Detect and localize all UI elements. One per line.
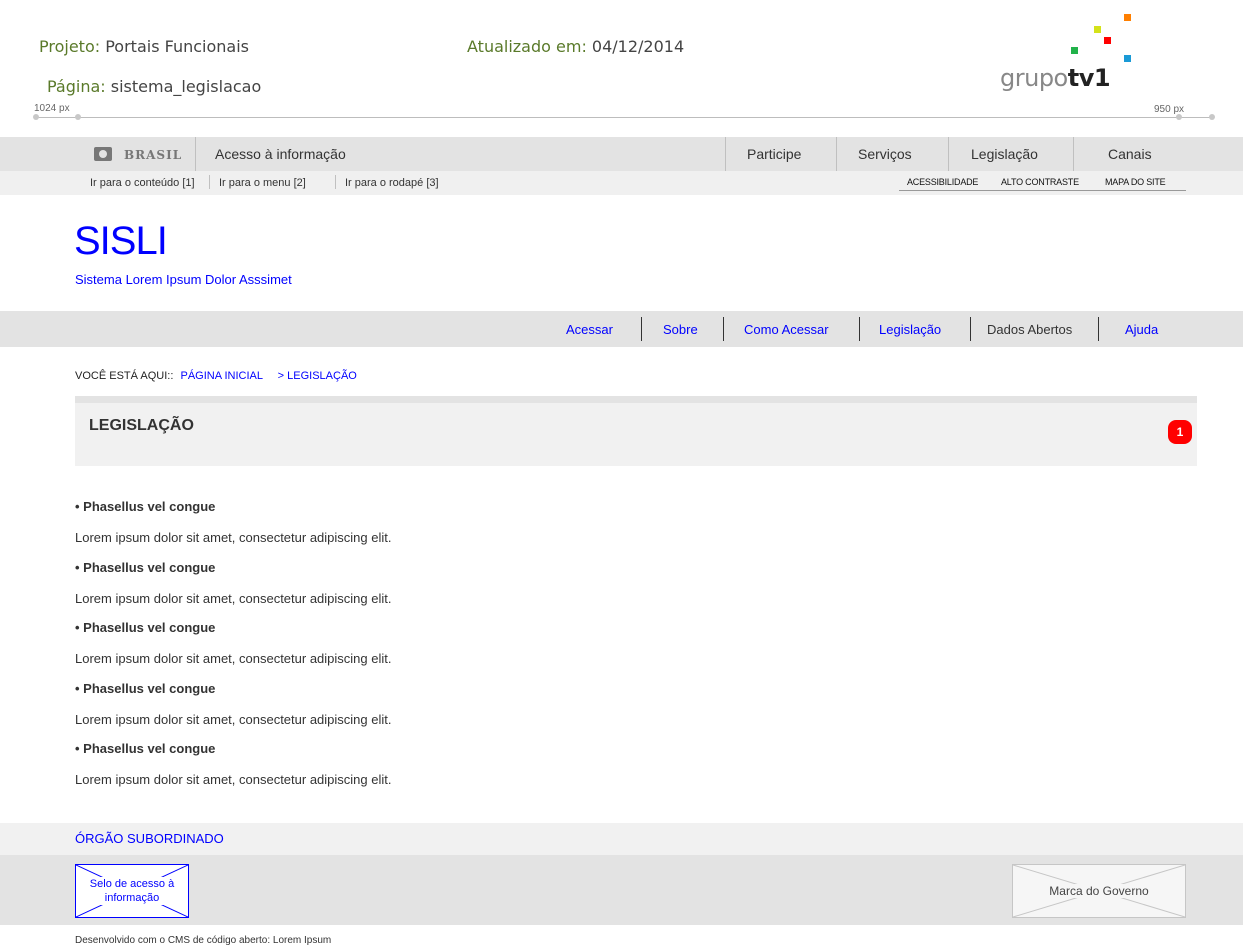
divider [335, 175, 336, 189]
list-item-title[interactable]: • Phasellus vel congue [75, 681, 215, 696]
menu-item-como-acessar[interactable]: Como Acessar [744, 322, 829, 337]
project-value: Portais Funcionais [105, 37, 249, 56]
logo-square-red [1104, 37, 1111, 44]
ruler-label-left: 1024 px [34, 103, 70, 114]
selo-text: Selo de acesso à informação [82, 877, 182, 905]
brasil-flag-icon [94, 147, 112, 161]
updated-label: Atualizado em: [467, 37, 587, 56]
link-alto-contraste[interactable]: ALTO CONTRASTE [1001, 177, 1079, 187]
menu-divider [1098, 317, 1099, 341]
footer: Selo de acesso à informação Marca do Gov… [0, 855, 1243, 925]
list-item-text: Lorem ipsum dolor sit amet, consectetur … [75, 591, 392, 606]
skip-link-footer[interactable]: Ir para o rodapé [3] [345, 177, 439, 189]
menu-divider [859, 317, 860, 341]
divider [948, 137, 949, 171]
menu-item-acessar[interactable]: Acessar [566, 322, 613, 337]
logo-text-bold: tv1 [1067, 64, 1111, 92]
gov-bar: BRASIL Acesso à informação Participe Ser… [0, 137, 1243, 171]
divider [725, 137, 726, 171]
footer-org-bar: ÓRGÃO SUBORDINADO [0, 823, 1243, 855]
page-title: LEGISLAÇÃO [89, 417, 194, 434]
menu-divider [641, 317, 642, 341]
ruler-marker [75, 114, 81, 120]
page-info: Página: sistema_legislacao [47, 77, 261, 96]
ruler-marker [33, 114, 39, 120]
divider [1073, 137, 1074, 171]
selo-label: Selo de acesso à informação [76, 865, 188, 917]
logo-square-blue [1124, 55, 1131, 62]
menu-divider [970, 317, 971, 341]
list-item-text: Lorem ipsum dolor sit amet, consectetur … [75, 772, 392, 787]
menu-item-dados-abertos[interactable]: Dados Abertos [987, 322, 1072, 337]
title-top-border [75, 396, 1197, 403]
marca-text: Marca do Governo [1046, 884, 1152, 898]
list-item-title[interactable]: • Phasellus vel congue [75, 620, 215, 635]
brasil-label[interactable]: BRASIL [124, 148, 182, 162]
page-value: sistema_legislacao [110, 77, 262, 96]
divider [209, 175, 210, 189]
ruler-marker [1209, 114, 1215, 120]
utility-underline [899, 190, 1186, 191]
list-item-text: Lorem ipsum dolor sit amet, consectetur … [75, 651, 392, 666]
updated-info: Atualizado em: 04/12/2014 [467, 37, 684, 56]
skip-link-content[interactable]: Ir para o conteúdo [1] [90, 177, 195, 189]
skip-link-menu[interactable]: Ir para o menu [2] [219, 177, 306, 189]
gov-link-servicos[interactable]: Serviços [858, 146, 912, 162]
accessibility-bar: Ir para o conteúdo [1] Ir para o menu [2… [0, 171, 1243, 195]
orgao-subordinado-link[interactable]: ÓRGÃO SUBORDINADO [75, 831, 224, 846]
link-acessibilidade[interactable]: ACESSIBILIDADE [907, 177, 978, 187]
menu-item-ajuda[interactable]: Ajuda [1125, 322, 1158, 337]
logo-square-yellow [1094, 26, 1101, 33]
logo-square-green [1071, 47, 1078, 54]
divider [836, 137, 837, 171]
page-title-box: LEGISLAÇÃO 1 [75, 403, 1197, 466]
list-item-text: Lorem ipsum dolor sit amet, consectetur … [75, 712, 392, 727]
developed-with-text: Desenvolvido com o CMS de código aberto:… [75, 935, 332, 946]
site-title[interactable]: SISLI [74, 219, 168, 264]
page-label: Página: [47, 77, 106, 96]
menu-item-sobre[interactable]: Sobre [663, 322, 698, 337]
logo-square-orange [1124, 14, 1131, 21]
ruler-marker [1176, 114, 1182, 120]
acesso-informacao-link[interactable]: Acesso à informação [215, 146, 346, 162]
logo-text: grupotv1 [1000, 64, 1111, 92]
gov-link-legislacao[interactable]: Legislação [971, 146, 1038, 162]
project-info: Projeto: Portais Funcionais [39, 37, 249, 56]
marca-label: Marca do Governo [1013, 865, 1185, 917]
updated-value: 04/12/2014 [591, 37, 685, 56]
breadcrumb-home[interactable]: PÁGINA INICIAL [180, 370, 262, 382]
site-subtitle: Sistema Lorem Ipsum Dolor Asssimet [75, 272, 292, 287]
gov-link-canais[interactable]: Canais [1108, 146, 1152, 162]
grupotv1-logo: grupotv1 [1000, 8, 1170, 103]
marca-do-governo[interactable]: Marca do Governo [1012, 864, 1186, 918]
annotation-badge: 1 [1168, 420, 1192, 444]
link-mapa-do-site[interactable]: MAPA DO SITE [1105, 177, 1166, 187]
breadcrumb-current: > LEGISLAÇÃO [277, 370, 357, 382]
selo-acesso-informacao[interactable]: Selo de acesso à informação [75, 864, 189, 918]
list-item-title[interactable]: • Phasellus vel congue [75, 560, 215, 575]
logo-text-light: grupo [1000, 64, 1068, 92]
list-item-text: Lorem ipsum dolor sit amet, consectetur … [75, 530, 392, 545]
gov-link-participe[interactable]: Participe [747, 146, 801, 162]
breadcrumb-label: VOCÊ ESTÁ AQUI:: [75, 370, 174, 382]
ruler-line [34, 117, 1210, 118]
list-item-title[interactable]: • Phasellus vel congue [75, 741, 215, 756]
breadcrumb: VOCÊ ESTÁ AQUI:: PÁGINA INICIAL > LEGISL… [75, 370, 357, 382]
divider [195, 137, 196, 171]
menu-item-legislacao[interactable]: Legislação [879, 322, 941, 337]
list-item-title[interactable]: • Phasellus vel congue [75, 499, 215, 514]
project-label: Projeto: [39, 37, 101, 56]
menu-divider [723, 317, 724, 341]
site-menu: Acessar Sobre Como Acessar Legislação Da… [0, 311, 1243, 347]
